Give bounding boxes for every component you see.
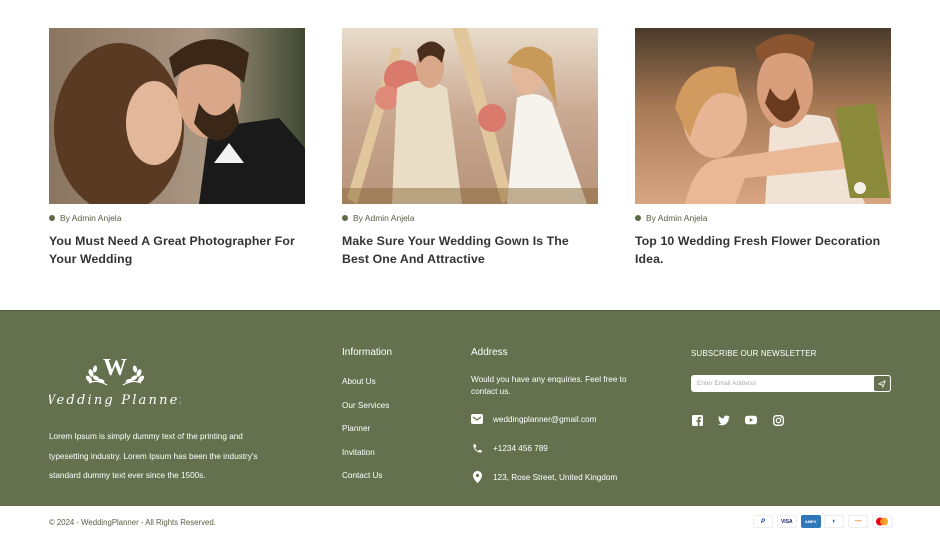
envelope-icon: [471, 413, 483, 425]
twitter-icon[interactable]: [718, 414, 730, 426]
visa-icon: VISA: [776, 515, 797, 528]
instagram-icon[interactable]: [772, 414, 784, 426]
phone-icon: [471, 442, 483, 454]
logo-monogram: W: [103, 355, 127, 381]
newsletter-form: [691, 375, 891, 392]
about-text: Lorem Ipsum is simply dummy text of the …: [49, 432, 258, 480]
social-links: [691, 414, 891, 426]
newsletter-heading: SUBSCRIBE OUR NEWSLETTER: [691, 349, 817, 358]
address-column: Address Would you have any enquiries. Fe…: [471, 347, 631, 483]
post-meta: By Admin Anjela: [635, 213, 891, 223]
post-title[interactable]: Make Sure Your Wedding Gown Is The Best …: [342, 232, 598, 268]
address-intro: Would you have any enquiries. Feel free …: [471, 375, 627, 396]
phone-row[interactable]: +1234 456 789: [471, 442, 631, 454]
post-meta: By Admin Anjela: [49, 213, 305, 223]
discover-icon: —: [848, 515, 869, 528]
address-heading: Address: [471, 347, 508, 358]
copyright-text: © 2024 - WeddingPlanner - All Rights Res…: [49, 518, 216, 527]
post-image[interactable]: [342, 28, 598, 204]
email-address[interactable]: weddingplanner@gmail.com: [493, 415, 596, 424]
youtube-icon[interactable]: [745, 414, 757, 426]
bottom-bar: © 2024 - WeddingPlanner - All Rights Res…: [0, 507, 940, 537]
newsletter-submit-button[interactable]: [874, 376, 890, 391]
logo-wordmark: Wedding Planner: [49, 393, 181, 408]
blog-section: By Admin Anjela You Must Need A Great Ph…: [0, 0, 940, 310]
bullet-dot-icon: [635, 215, 641, 221]
information-heading: Information: [342, 347, 393, 358]
footer-link-invitation[interactable]: Invitation: [342, 447, 392, 471]
post-author: By Admin Anjela: [646, 213, 708, 223]
post-image[interactable]: [49, 28, 305, 204]
mastercard-icon: [872, 515, 892, 528]
blog-card[interactable]: By Admin Anjela You Must Need A Great Ph…: [49, 28, 305, 268]
site-footer: W Wedding Planner Lorem Ipsum is simply …: [0, 310, 940, 506]
footer-link-our-services[interactable]: Our Services: [342, 400, 392, 424]
street-address: 123, Rose Street, United Kingdom: [493, 472, 618, 482]
brand-logo[interactable]: W Wedding Planner: [42, 351, 186, 411]
footer-link-contact-us[interactable]: Contact Us: [342, 470, 392, 494]
post-meta: By Admin Anjela: [342, 213, 598, 223]
footer-link-planner[interactable]: Planner: [342, 423, 392, 447]
diners-club-icon: ◐: [824, 515, 845, 528]
newsletter-column: SUBSCRIBE OUR NEWSLETTER: [691, 349, 891, 426]
footer-link-about-us[interactable]: About Us: [342, 376, 392, 400]
bullet-dot-icon: [49, 215, 55, 221]
information-column: Information About Us Our Services Planne…: [342, 347, 392, 494]
location-row: 123, Rose Street, United Kingdom: [471, 471, 631, 483]
payment-methods: P VISA AMEX ◐ —: [749, 515, 892, 528]
post-image[interactable]: [635, 28, 891, 204]
paypal-icon: P: [753, 515, 774, 528]
newsletter-email-input[interactable]: [692, 376, 874, 391]
blog-card[interactable]: By Admin Anjela Make Sure Your Wedding G…: [342, 28, 598, 268]
post-author: By Admin Anjela: [60, 213, 122, 223]
post-author: By Admin Anjela: [353, 213, 415, 223]
email-row[interactable]: weddingplanner@gmail.com: [471, 413, 631, 425]
information-links: About Us Our Services Planner Invitation…: [342, 376, 392, 494]
post-title[interactable]: Top 10 Wedding Fresh Flower Decoration I…: [635, 232, 891, 268]
facebook-icon[interactable]: [691, 414, 703, 426]
phone-number[interactable]: +1234 456 789: [493, 444, 548, 453]
post-title[interactable]: You Must Need A Great Photographer For Y…: [49, 232, 305, 268]
map-pin-icon: [471, 471, 483, 483]
amex-icon: AMEX: [800, 515, 821, 528]
send-icon: [878, 379, 886, 388]
bullet-dot-icon: [342, 215, 348, 221]
blog-card[interactable]: By Admin Anjela Top 10 Wedding Fresh Flo…: [635, 28, 891, 268]
